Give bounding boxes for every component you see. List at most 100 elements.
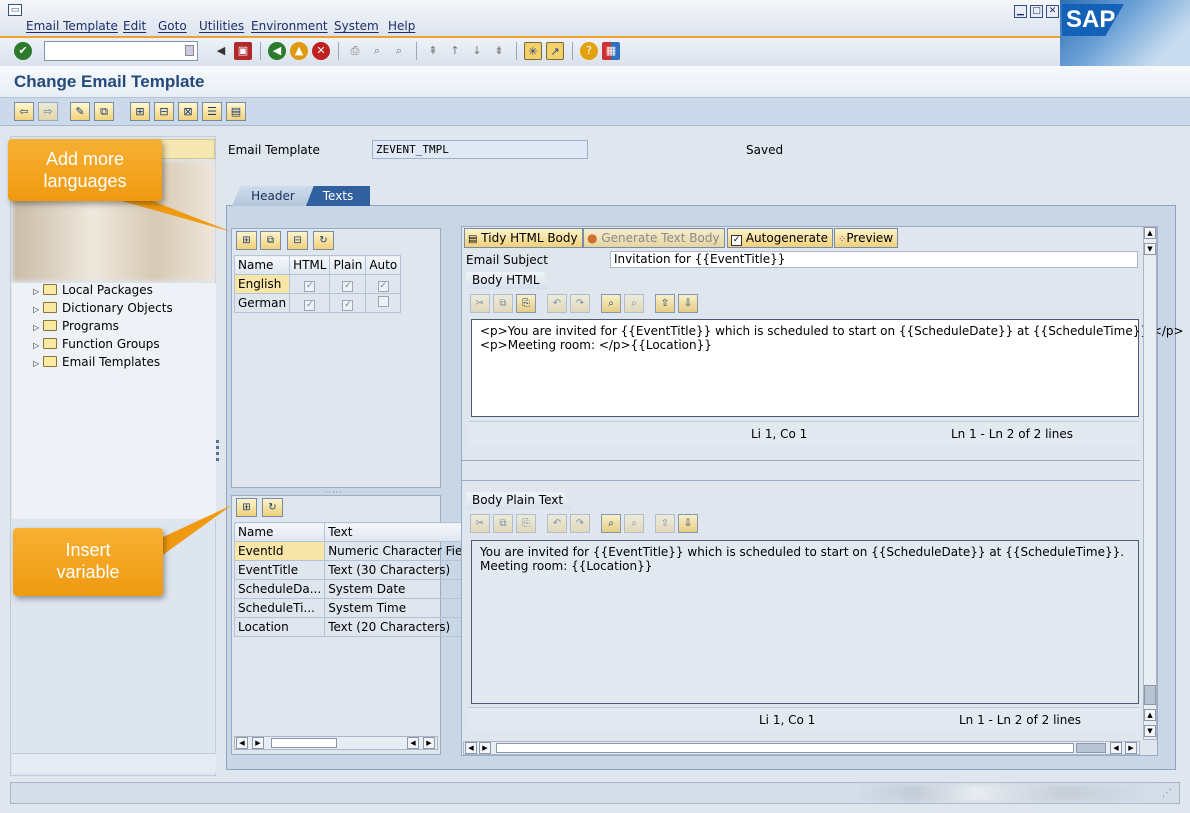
preview-button[interactable]: ⁘Preview <box>834 228 899 248</box>
system-menu-icon[interactable]: ▭ <box>8 4 22 16</box>
scroll-right-icon[interactable]: ▶ <box>252 737 264 749</box>
close-icon[interactable]: ✕ <box>1046 5 1059 18</box>
tidy-html-button[interactable]: ▤ Tidy HTML Body <box>464 228 583 248</box>
cut-icon[interactable]: ✂ <box>470 514 490 533</box>
download-icon[interactable]: ⇩ <box>678 514 698 533</box>
find-icon[interactable]: ⌕ <box>601 514 621 533</box>
scroll-right-icon[interactable]: ▶ <box>479 742 491 754</box>
tree-item-function-groups[interactable]: ▷ Function Groups <box>33 335 160 353</box>
other-object-icon[interactable]: ⧉ <box>94 102 114 121</box>
scroll-left-icon[interactable]: ◀ <box>1110 742 1122 754</box>
refresh-languages-icon[interactable]: ↻ <box>313 231 334 250</box>
column-header-plain[interactable]: Plain <box>329 255 367 275</box>
editor-horizontal-scrollbar[interactable]: ◀ ▶ ◀ ▶ <box>463 741 1140 755</box>
undo-icon[interactable]: ↶ <box>547 514 567 533</box>
language-name[interactable]: English <box>233 274 291 294</box>
table-row[interactable]: ScheduleTi... System Time <box>233 598 470 618</box>
list-icon[interactable]: ☰ <box>202 102 222 121</box>
command-field[interactable] <box>44 41 198 61</box>
table-row[interactable]: EventId Numeric Character Fiel <box>233 541 470 561</box>
plain-checkbox[interactable]: ✓ <box>329 293 367 313</box>
scroll-thumb[interactable] <box>271 738 337 748</box>
command-history-icon[interactable] <box>185 45 194 56</box>
plain-checkbox[interactable]: ✓ <box>329 274 367 294</box>
copy-language-icon[interactable]: ⧉ <box>260 231 281 250</box>
html-checkbox[interactable]: ✓ <box>289 293 331 313</box>
upload-icon[interactable]: ⇧ <box>655 294 675 313</box>
triangle-left-icon[interactable]: ◀ <box>212 42 230 60</box>
redo-icon[interactable]: ↷ <box>570 294 590 313</box>
menu-email-template[interactable]: Email Template <box>26 19 118 33</box>
add-language-icon[interactable]: ⊞ <box>236 231 257 250</box>
tree-item-local-packages[interactable]: ▷ Local Packages <box>33 281 153 299</box>
delete-language-icon[interactable]: ⊟ <box>287 231 308 250</box>
find-next-icon[interactable]: ⌕ <box>624 294 644 313</box>
panel-splitter[interactable] <box>216 440 220 470</box>
tree-item-email-templates[interactable]: ▷ Email Templates <box>33 353 160 371</box>
column-header-text[interactable]: Text <box>324 522 470 542</box>
insert-variable-icon[interactable]: ⊞ <box>236 498 257 517</box>
email-subject-input[interactable]: Invitation for {{EventTitle}} <box>610 251 1138 268</box>
next-page-icon[interactable]: ↓ <box>468 42 486 60</box>
table-row[interactable]: German ✓ ✓ <box>233 293 402 313</box>
menu-utilities[interactable]: Utilities <box>199 19 244 33</box>
find-icon[interactable]: ⌕ <box>368 42 386 60</box>
table-row[interactable]: ScheduleDa... System Date <box>233 579 470 599</box>
paste-icon[interactable]: ⎘ <box>516 514 536 533</box>
scroll-right-icon[interactable]: ▶ <box>423 737 435 749</box>
scroll-up-icon[interactable]: ▲ <box>1144 709 1156 721</box>
scroll-left-icon[interactable]: ◀ <box>236 737 248 749</box>
vertical-scrollbar[interactable]: ▲ ▼ ▲ ▼ <box>1143 226 1157 740</box>
scroll-thumb[interactable] <box>1144 685 1156 705</box>
table-row[interactable]: English ✓ ✓ ✓ <box>233 274 402 294</box>
scroll-track[interactable] <box>496 743 1074 753</box>
enter-check-icon[interactable]: ✔ <box>14 42 32 60</box>
language-name[interactable]: German <box>233 293 291 313</box>
first-page-icon[interactable]: ⇞ <box>424 42 442 60</box>
hierarchy-icon[interactable]: ⊞ <box>130 102 150 121</box>
scroll-thumb[interactable] <box>1076 743 1106 753</box>
table-row[interactable]: EventTitle Text (30 Characters) <box>233 560 470 580</box>
undo-icon[interactable]: ↶ <box>547 294 567 313</box>
shortcut-icon[interactable]: ↗ <box>546 42 564 60</box>
column-header-name[interactable]: Name <box>233 522 326 542</box>
resize-grip-icon[interactable]: ⋰ <box>1162 788 1176 802</box>
generate-text-body-button[interactable]: ● Generate Text Body <box>583 228 725 248</box>
html-checkbox[interactable]: ✓ <box>289 274 331 294</box>
scroll-up-icon[interactable]: ▲ <box>1144 227 1156 239</box>
save-icon[interactable]: ▣ <box>234 42 252 60</box>
tree-item-programs[interactable]: ▷ Programs <box>33 317 119 335</box>
command-input[interactable] <box>45 42 175 60</box>
column-header-auto[interactable]: Auto <box>365 255 402 275</box>
back-icon[interactable]: ◀ <box>268 42 286 60</box>
scroll-down-icon[interactable]: ▼ <box>1144 725 1156 737</box>
tab-header[interactable]: Header <box>232 186 314 206</box>
download-icon[interactable]: ⇩ <box>678 294 698 313</box>
horizontal-scrollbar[interactable]: ◀ ▶ ◀ ▶ <box>234 736 438 750</box>
expand-icon[interactable]: ▷ <box>33 355 43 373</box>
menu-environment[interactable]: Environment <box>251 19 328 33</box>
minimize-icon[interactable]: ▁ <box>1014 5 1027 18</box>
auto-checkbox[interactable] <box>365 293 402 313</box>
copy-icon[interactable]: ⧉ <box>493 514 513 533</box>
email-template-field[interactable]: ZEVENT_TMPL <box>372 140 588 159</box>
cancel-icon[interactable]: ✕ <box>312 42 330 60</box>
where-used-icon[interactable]: ⊟ <box>154 102 174 121</box>
variable-name[interactable]: EventId <box>233 541 326 561</box>
autogenerate-checkbox[interactable]: ✓ Autogenerate <box>727 228 834 248</box>
window-icon[interactable]: ▤ <box>226 102 246 121</box>
previous-page-icon[interactable]: ↑ <box>446 42 464 60</box>
scroll-down-icon[interactable]: ▼ <box>1144 243 1156 255</box>
column-header-name[interactable]: Name <box>233 255 291 275</box>
scroll-right-icon[interactable]: ▶ <box>1125 742 1137 754</box>
redo-icon[interactable]: ↷ <box>570 514 590 533</box>
variable-name[interactable]: Location <box>233 617 326 637</box>
copy-icon[interactable]: ⧉ <box>493 294 513 313</box>
maximize-icon[interactable]: □ <box>1030 5 1043 18</box>
find-icon[interactable]: ⌕ <box>601 294 621 313</box>
tree-item-dictionary-objects[interactable]: ▷ Dictionary Objects <box>33 299 173 317</box>
help-icon[interactable]: ? <box>580 42 598 60</box>
column-header-html[interactable]: HTML <box>289 255 331 275</box>
scroll-left-icon[interactable]: ◀ <box>407 737 419 749</box>
print-icon[interactable]: ⎙ <box>346 42 364 60</box>
